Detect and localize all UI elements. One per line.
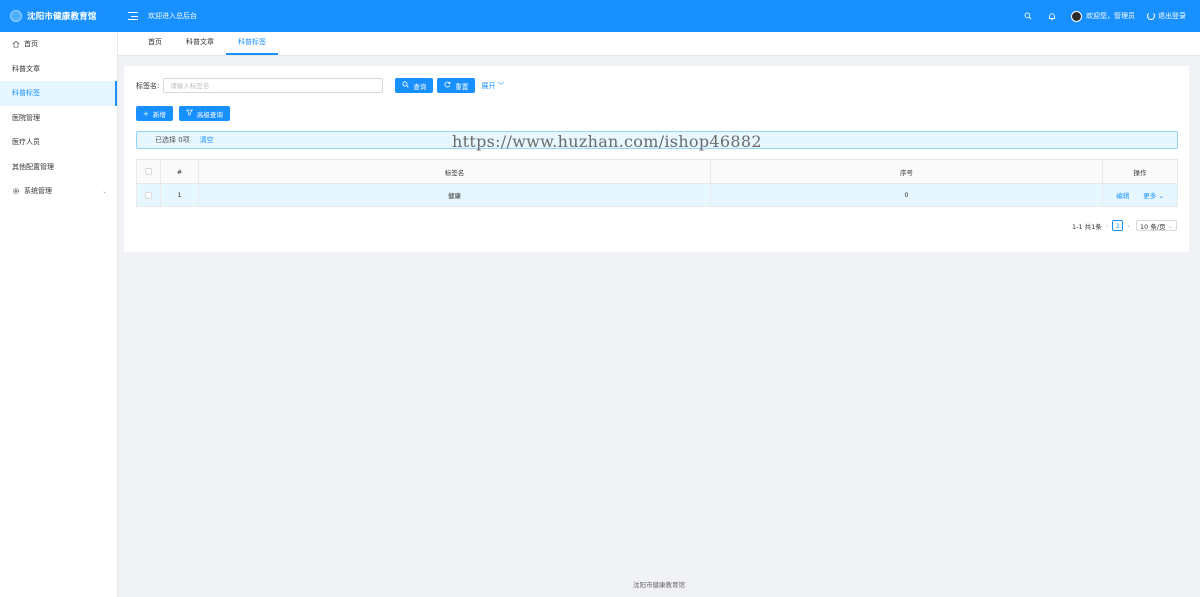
tags-table: # 标签名 序号 操作 1 健康 0 编辑 更多 ⌄ bbox=[136, 159, 1178, 207]
reload-icon bbox=[444, 81, 451, 90]
pagination: 1-1 共1条 ‹ 1 › 10 条/页 ⌄ bbox=[1072, 220, 1177, 231]
row-actions: 编辑 更多 ⌄ bbox=[1102, 183, 1178, 207]
power-icon bbox=[1147, 12, 1155, 20]
logout-button[interactable]: 退出登录 bbox=[1147, 11, 1186, 21]
row-tag-name: 健康 bbox=[198, 183, 711, 207]
logo[interactable]: 沈阳市健康教育馆 bbox=[0, 0, 118, 32]
sidebar-item-label: 科普文章 bbox=[12, 64, 40, 73]
sidebar-item-label: 科普标签 bbox=[12, 89, 40, 98]
row-checkbox[interactable] bbox=[145, 191, 152, 199]
sidebar-item-label: 首页 bbox=[24, 40, 38, 49]
prev-page-icon[interactable]: ‹ bbox=[1106, 222, 1109, 230]
chevron-down-icon: ⌄ bbox=[101, 187, 107, 195]
main-card: 标签名: 查询 重置 展开 ﹀ + 新增 高级查询 bbox=[124, 66, 1189, 252]
sidebar-item-hospitals[interactable]: 医院管理 bbox=[0, 106, 117, 131]
reset-label: 重置 bbox=[455, 82, 469, 91]
home-icon bbox=[12, 40, 20, 48]
add-button[interactable]: + 新增 bbox=[136, 106, 173, 121]
chevron-down-icon: ⌄ bbox=[1167, 221, 1173, 230]
column-header-actions: 操作 bbox=[1102, 159, 1178, 184]
expand-label: 展开 bbox=[481, 81, 496, 90]
sidebar-item-tags[interactable]: 科普标签 bbox=[0, 81, 117, 106]
query-label: 查询 bbox=[413, 82, 427, 91]
tab-home[interactable]: 首页 bbox=[136, 31, 174, 55]
sidebar-item-label: 其他配置管理 bbox=[12, 162, 54, 171]
gear-icon bbox=[12, 187, 20, 195]
sidebar-item-label: 医疗人员 bbox=[12, 138, 40, 147]
tag-name-input[interactable] bbox=[163, 78, 384, 93]
sidebar-item-medical-staff[interactable]: 医疗人员 bbox=[0, 130, 117, 155]
menu-fold-icon[interactable] bbox=[128, 12, 138, 20]
logo-icon bbox=[10, 10, 22, 22]
reset-button[interactable]: 重置 bbox=[437, 78, 476, 93]
welcome-text: 欢迎进入总后台 bbox=[148, 12, 197, 20]
more-label: 更多 bbox=[1143, 192, 1157, 200]
plus-icon: + bbox=[143, 109, 149, 118]
table-row: 1 健康 0 编辑 更多 ⌄ bbox=[136, 183, 1178, 207]
sidebar-item-home[interactable]: 首页 bbox=[0, 32, 117, 57]
query-button[interactable]: 查询 bbox=[395, 78, 434, 93]
pagination-summary: 1-1 共1条 bbox=[1071, 222, 1102, 231]
search-icon[interactable] bbox=[1023, 11, 1033, 21]
next-page-icon[interactable]: › bbox=[1127, 222, 1130, 230]
chevron-down-icon: ⌄ bbox=[1158, 192, 1164, 200]
logout-label: 退出登录 bbox=[1158, 12, 1186, 20]
page-size-value: 10 条/页 bbox=[1140, 222, 1166, 231]
sidebar-item-other-config[interactable]: 其他配置管理 bbox=[0, 155, 117, 180]
select-all-checkbox[interactable] bbox=[145, 168, 152, 175]
logo-text: 沈阳市健康教育馆 bbox=[27, 12, 97, 22]
more-dropdown[interactable]: 更多 ⌄ bbox=[1143, 192, 1164, 200]
edit-link[interactable]: 编辑 bbox=[1116, 192, 1129, 200]
top-header: 沈阳市健康教育馆 欢迎进入总后台 欢迎您，管理员 退出登录 bbox=[0, 0, 1200, 32]
row-index: 1 bbox=[160, 183, 199, 207]
tab-articles[interactable]: 科普文章 bbox=[174, 31, 226, 55]
sidebar-item-label: 医院管理 bbox=[12, 113, 40, 122]
column-header-order: 序号 bbox=[710, 159, 1103, 184]
table-header-row: # 标签名 序号 操作 bbox=[136, 159, 1178, 184]
search-icon bbox=[402, 81, 409, 90]
page-size-select[interactable]: 10 条/页 ⌄ bbox=[1136, 220, 1177, 231]
sidebar-item-articles[interactable]: 科普文章 bbox=[0, 57, 117, 82]
column-header-index: # bbox=[160, 159, 199, 184]
add-label: 新增 bbox=[152, 110, 166, 119]
toolbar: + 新增 高级查询 bbox=[136, 106, 236, 121]
avatar[interactable] bbox=[1071, 10, 1082, 22]
column-header-tag-name: 标签名 bbox=[198, 159, 711, 184]
tab-tags[interactable]: 科普标签 bbox=[226, 31, 278, 55]
search-form: 标签名: 查询 重置 展开 ﹀ bbox=[136, 78, 505, 93]
clear-selection-link[interactable]: 清空 bbox=[200, 135, 214, 145]
page-number[interactable]: 1 bbox=[1112, 220, 1124, 231]
chevron-down-icon: ﹀ bbox=[497, 81, 505, 90]
filter-icon bbox=[185, 109, 193, 118]
tab-bar: 首页 科普文章 科普标签 bbox=[118, 32, 1200, 56]
row-select-cell bbox=[136, 183, 161, 207]
selection-count: 已选择 0项 bbox=[155, 136, 190, 144]
sidebar: 首页 科普文章 科普标签 医院管理 医疗人员 其他配置管理 系统管理 ⌄ bbox=[0, 32, 118, 597]
user-greeting[interactable]: 欢迎您，管理员 bbox=[1086, 11, 1135, 21]
tag-name-label: 标签名: bbox=[136, 81, 160, 90]
row-order: 0 bbox=[710, 183, 1103, 207]
select-all-cell bbox=[136, 159, 161, 184]
selection-alert: 已选择 0项 清空 bbox=[136, 131, 1178, 149]
expand-link[interactable]: 展开 ﹀ bbox=[481, 81, 504, 91]
bell-icon[interactable] bbox=[1047, 11, 1057, 21]
sidebar-item-label: 系统管理 bbox=[24, 187, 52, 196]
sidebar-item-system[interactable]: 系统管理 ⌄ bbox=[0, 179, 117, 204]
footer-text: 沈阳市健康教育馆 bbox=[633, 581, 685, 589]
advanced-query-label: 高级查询 bbox=[196, 110, 223, 119]
advanced-query-button[interactable]: 高级查询 bbox=[178, 106, 230, 121]
